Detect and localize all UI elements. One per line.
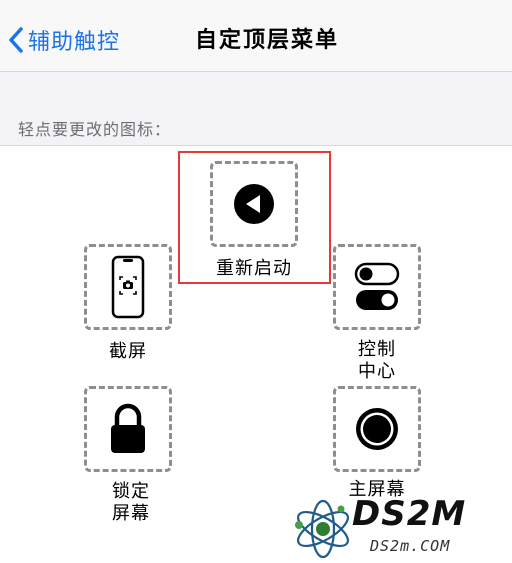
slot-lock-screen-label-line2: 屏幕 [112, 503, 150, 524]
screenshot-phone-icon [111, 255, 145, 319]
slot-control-center-label-line1: 控制 [358, 339, 396, 360]
slot-home-screen[interactable] [333, 386, 421, 472]
slot-lock-screen-label: 锁定 屏幕 [76, 481, 186, 525]
navigation-bar: 辅助触控 自定顶层菜单 [0, 0, 512, 72]
slot-control-center-label-line2: 中心 [358, 361, 396, 382]
watermark: DS2M DS2m.COM [288, 492, 512, 563]
slot-control-center-label: 控制 中心 [322, 339, 432, 383]
toggle-switches-icon [354, 262, 400, 310]
lock-icon [111, 403, 145, 453]
slot-lock-screen[interactable] [84, 386, 172, 472]
slot-screenshot[interactable] [84, 244, 172, 330]
section-header: 轻点要更改的图标： [18, 120, 172, 139]
slot-lock-screen-label-line1: 锁定 [112, 481, 150, 502]
watermark-logo-text: DS2M [352, 494, 467, 534]
atom-logo-icon [295, 499, 349, 559]
slot-screenshot-label: 截屏 [109, 341, 147, 362]
slot-control-center[interactable] [333, 244, 421, 330]
watermark-url: DS2m.COM [370, 537, 451, 555]
home-button-icon [356, 408, 398, 450]
page-title: 自定顶层菜单 [194, 28, 339, 53]
highlight-box [178, 151, 331, 284]
